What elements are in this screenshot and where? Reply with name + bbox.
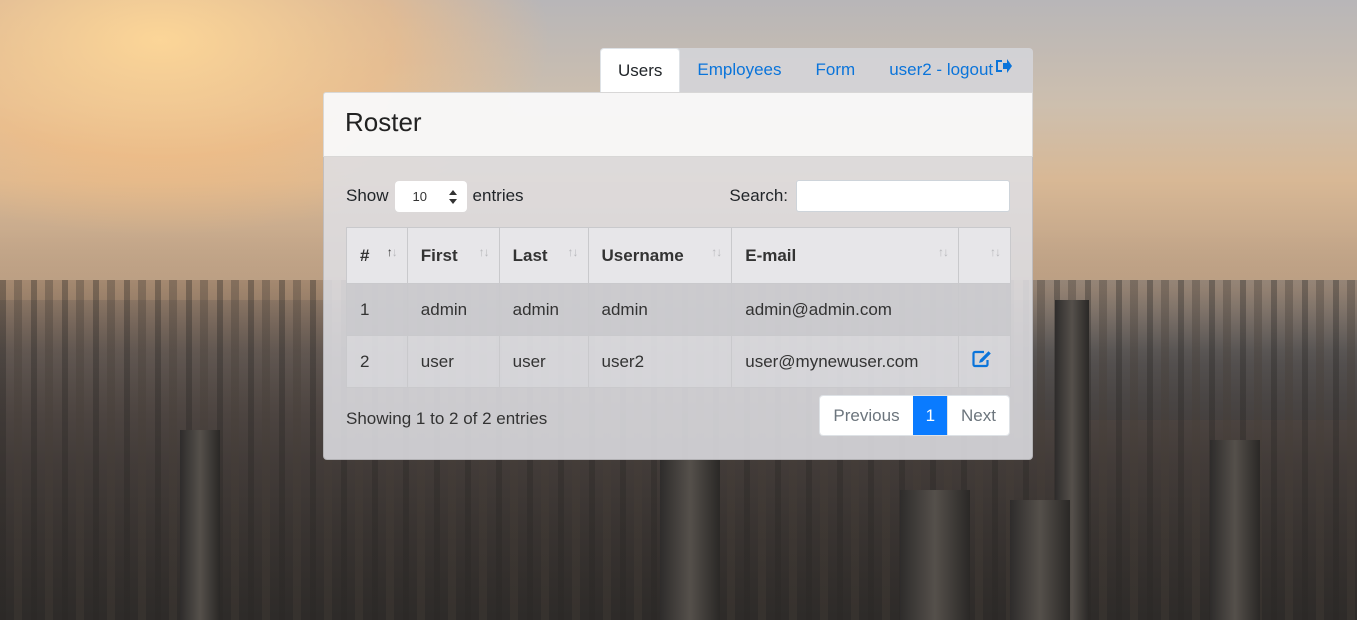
card-body: Show 10 entries Search: # ↑↓ First ↑↓ Last… [323,157,1033,460]
page-title: Roster [345,107,422,137]
cell-username: user2 [587,335,733,388]
table-info: Showing 1 to 2 of 2 entries [346,409,548,428]
background-building [1010,500,1070,620]
sort-icon: ↑↓ [478,245,490,259]
column-header-email[interactable]: E-mail ↑↓ [731,227,960,284]
sort-icon: ↑↓ [990,245,1001,259]
card-header: Roster [323,92,1033,157]
nav-tabs: Users Employees Form user2 - logout [600,48,1033,92]
page-length-select[interactable]: 10 [394,180,467,212]
cell-first: user [406,335,500,388]
search-input[interactable] [796,180,1010,212]
select-caret-icon [448,189,457,204]
page-length-value: 10 [412,188,427,204]
background-building [1210,440,1260,620]
next-button[interactable]: Next [947,396,1009,435]
cell-actions [958,283,1011,336]
roster-table: # ↑↓ First ↑↓ Last ↑↓ Username ↑↓ E-mail ↑↓ ↑… [346,227,1011,388]
cell-last: user [498,335,589,388]
column-header-id[interactable]: # ↑↓ [346,227,408,284]
column-header-first[interactable]: First ↑↓ [406,227,500,284]
cell-email: user@mynewuser.com [731,335,960,388]
cell-last: admin [498,283,589,336]
edit-icon[interactable] [972,350,992,373]
pagination: Previous 1 Next [819,395,1010,436]
sort-icon: ↑↓ [938,245,949,259]
cell-email: admin@admin.com [731,283,960,336]
table-row: 2 user user user2 user@mynewuser.com [346,335,1011,388]
cell-id: 1 [346,283,408,336]
sort-icon: ↑↓ [567,245,579,259]
logout-icon [994,47,1013,91]
show-label: Show [346,186,389,205]
tab-form[interactable]: Form [799,48,873,92]
background-building [180,430,220,620]
page-1-button[interactable]: 1 [912,396,948,435]
page-length-control: Show 10 entries [346,180,524,212]
previous-button[interactable]: Previous [820,396,913,435]
column-header-actions[interactable]: ↑↓ [958,227,1011,284]
sort-icon: ↑↓ [711,245,722,259]
cell-username: admin [587,283,733,336]
background-building [660,460,720,620]
search-label: Search: [729,186,788,205]
sort-icon: ↑↓ [386,245,398,259]
search-control: Search: [729,180,1010,212]
table-header-row: # ↑↓ First ↑↓ Last ↑↓ Username ↑↓ E-mail ↑↓ ↑… [346,227,1011,284]
column-header-username[interactable]: Username ↑↓ [587,227,733,284]
logout-label: user2 - logout [889,60,994,79]
column-header-last[interactable]: Last ↑↓ [498,227,589,284]
cell-first: admin [406,283,500,336]
tab-users[interactable]: Users [600,48,681,92]
background-building [900,490,970,620]
cell-id: 2 [346,335,408,388]
cell-actions [958,335,1011,388]
tab-employees[interactable]: Employees [680,48,798,92]
tab-logout[interactable]: user2 - logout [872,48,1029,92]
table-row: 1 admin admin admin admin@admin.com [346,283,1011,336]
entries-label: entries [472,186,524,205]
